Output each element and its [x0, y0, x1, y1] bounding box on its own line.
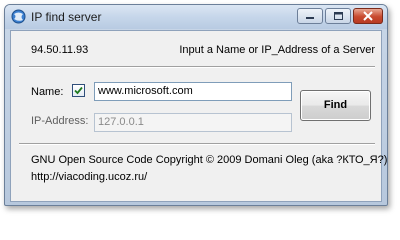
ip-address-label: IP-Address: — [31, 115, 89, 127]
close-button[interactable] — [353, 8, 383, 24]
title-bar[interactable]: IP find server — [5, 5, 387, 29]
divider — [19, 143, 375, 145]
website-link[interactable]: http://viacoding.ucoz.ru/ — [31, 171, 147, 183]
find-button[interactable]: Find — [300, 90, 371, 121]
app-window: IP find server 94.50.11.93 Input a Name … — [4, 4, 388, 206]
name-input[interactable]: www.microsoft.com — [94, 82, 292, 101]
minimize-button[interactable] — [297, 8, 323, 24]
copyright-text: GNU Open Source Code Copyright © 2009 Do… — [31, 154, 388, 166]
ip-address-input[interactable]: 127.0.0.1 — [94, 113, 292, 132]
close-icon — [363, 11, 373, 21]
checkmark-icon — [74, 86, 83, 95]
name-checkbox[interactable] — [72, 84, 85, 97]
local-ip-label: 94.50.11.93 — [31, 44, 89, 56]
app-globe-icon — [11, 9, 26, 24]
minimize-icon — [306, 17, 314, 19]
instruction-label: Input a Name or IP_Address of a Server — [179, 44, 375, 56]
window-title: IP find server — [31, 10, 102, 24]
dialog-body: 94.50.11.93 Input a Name or IP_Address o… — [10, 30, 387, 202]
maximize-button[interactable] — [325, 8, 351, 24]
maximize-icon — [334, 12, 343, 20]
name-label: Name: — [31, 86, 64, 98]
divider — [19, 66, 375, 68]
